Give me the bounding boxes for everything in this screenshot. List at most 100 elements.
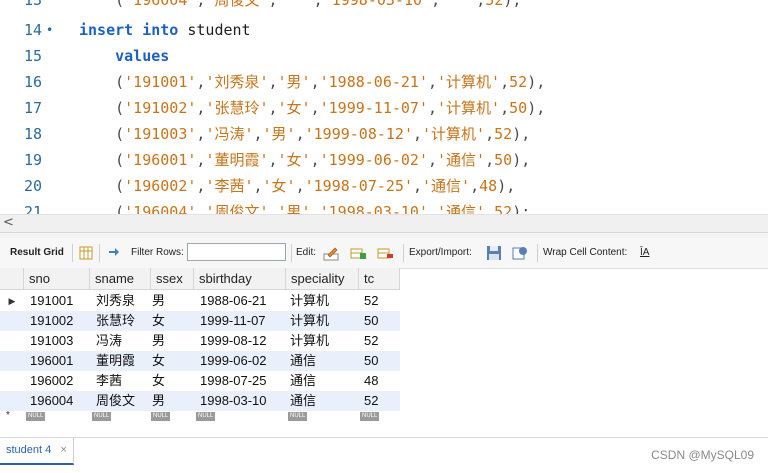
cell-sno[interactable]: 191003 [24,331,73,351]
cell-sbirthday[interactable]: 1999-08-12 [194,331,267,351]
new-row[interactable]: NULL NULL NULL NULL NULL NULL [0,410,400,424]
column-header-speciality[interactable]: speciality [286,268,359,290]
cell-speciality[interactable]: 通信 [284,351,316,371]
cell-ssex[interactable]: 男 [146,331,165,351]
sql-string: '计算机' [437,73,501,91]
cell-sbirthday[interactable]: 1988-06-21 [194,291,267,311]
delete-row-icon[interactable] [377,245,393,261]
cell-speciality[interactable]: 计算机 [284,311,329,331]
column-header-sno[interactable]: sno [24,268,90,290]
wrap-cell-label: Wrap Cell Content: [543,247,628,258]
cell-sbirthday[interactable]: 1999-11-07 [194,311,266,331]
filter-rows-input[interactable] [187,243,286,261]
cell-sname[interactable]: 张慧玲 [90,311,135,331]
code-text[interactable]: ('196004','周俊文',' ','1998-03-10',' ',52)… [79,0,521,13]
code-line[interactable]: 13 ('196004','周俊文',' ','1998-03-10',' ',… [0,0,768,13]
edit-row-icon[interactable] [323,245,339,261]
code-text[interactable]: insert into student [79,17,251,43]
sql-token: , [310,203,320,214]
cell-sno[interactable]: 196004 [24,391,73,411]
column-header-sname[interactable]: sname [90,268,151,290]
code-text[interactable]: ('196004','周俊文','男','1998-03-10','通信',52… [79,199,530,214]
cell-sname[interactable]: 刘秀泉 [90,291,135,311]
sql-string: '通信' [422,177,471,195]
table-row[interactable]: ▶ 191001 刘秀泉 男 1988-06-21 计算机 52 [0,291,400,311]
sql-string: '1998-07-25' [304,177,413,195]
table-row[interactable]: 191002 张慧玲 女 1999-11-07 计算机 50 [0,311,400,331]
cell-sbirthday[interactable]: 1998-03-10 [194,391,267,411]
sql-token: , [428,73,438,91]
code-line[interactable]: 18 ('191003','冯涛','男','1999-08-12','计算机'… [0,121,768,147]
refresh-icon[interactable] [106,245,122,261]
cell-tc[interactable]: 50 [358,351,378,371]
table-row[interactable]: 196001 董明霞 女 1999-06-02 通信 50 [0,351,400,371]
code-line[interactable]: 15 values [0,43,768,69]
cell-sname[interactable]: 冯涛 [90,331,122,351]
result-grid-tab[interactable]: Result Grid [10,238,64,268]
table-row[interactable]: 191003 冯涛 男 1999-08-12 计算机 52 [0,331,400,351]
code-text[interactable]: ('196002','李茜','女','1998-07-25','通信',48)… [79,173,515,199]
sql-number: 48 [479,177,498,195]
cell-tc[interactable]: 52 [358,291,378,311]
cell-sno[interactable]: 196001 [24,351,73,371]
add-row-icon[interactable] [350,245,366,261]
cell-sname[interactable]: 董明霞 [90,351,135,371]
cell-ssex[interactable]: 男 [146,391,165,411]
column-header-ssex[interactable]: ssex [151,268,194,290]
null-badge-sbirthday[interactable]: NULL [196,412,216,421]
code-text[interactable]: values [79,43,169,69]
cell-sname[interactable]: 李茜 [90,371,122,391]
null-badge-tc[interactable]: NULL [360,412,380,421]
code-line[interactable]: 16 ('191001','刘秀泉','男','1988-06-21','计算机… [0,69,768,95]
cell-tc[interactable]: 48 [358,371,378,391]
cell-tc[interactable]: 50 [358,311,378,331]
cell-sbirthday[interactable]: 1998-07-25 [194,371,267,391]
cell-ssex[interactable]: 男 [146,291,165,311]
cell-speciality[interactable]: 计算机 [284,291,329,311]
line-number: 20 [23,177,42,195]
sql-token: , [476,0,486,9]
wrap-icon[interactable]: ĪA [640,238,649,268]
cell-sbirthday[interactable]: 1999-06-02 [194,351,267,371]
sql-editor[interactable]: 13 ('196004','周俊文',' ','1998-03-10',' ',… [0,0,768,214]
table-row[interactable]: 196002 李茜 女 1998-07-25 通信 48 [0,371,400,391]
null-badge-sno[interactable]: NULL [26,412,46,421]
code-line[interactable]: 19 ('196001','董明霞','女','1999-06-02','通信'… [0,147,768,173]
column-header-tc[interactable]: tc [359,268,400,290]
cell-ssex[interactable]: 女 [146,351,165,371]
editor-horizontal-scrollbar[interactable]: < [0,214,768,232]
cell-tc[interactable]: 52 [358,391,378,411]
cell-sname[interactable]: 周俊文 [90,391,135,411]
code-line[interactable]: 21 ('196004','周俊文','男','1998-03-10','通信'… [0,199,768,214]
result-tab[interactable]: student 4 × [0,438,74,465]
import-icon[interactable] [512,245,528,261]
code-text[interactable]: ('196001','董明霞','女','1999-06-02','通信',50… [79,147,530,173]
code-text[interactable]: ('191001','刘秀泉','男','1988-06-21','计算机',5… [79,69,545,95]
cell-speciality[interactable]: 计算机 [284,331,329,351]
code-line[interactable]: 17 ('191002','张慧玲','女','1999-11-07','计算机… [0,95,768,121]
table-row[interactable]: 196004 周俊文 男 1998-03-10 通信 52 [0,391,400,411]
code-line[interactable]: 14 • insert into student [0,17,768,43]
cell-sno[interactable]: 191002 [24,311,73,331]
cell-sno[interactable]: 191001 [24,291,73,311]
close-icon[interactable]: × [60,444,66,456]
null-badge-ssex[interactable]: NULL [151,412,171,421]
line-number: 13 [23,0,42,9]
cell-ssex[interactable]: 女 [146,371,165,391]
grid-layout-icon[interactable] [78,245,94,261]
sql-token: , [428,99,438,117]
code-text[interactable]: ('191003','冯涛','男','1999-08-12','计算机',52… [79,121,530,147]
cell-sno[interactable]: 196002 [24,371,73,391]
cell-speciality[interactable]: 通信 [284,371,316,391]
cell-speciality[interactable]: 通信 [284,391,316,411]
null-badge-sname[interactable]: NULL [92,412,112,421]
null-badge-speciality[interactable]: NULL [288,412,308,421]
scroll-left-arrow-icon[interactable]: < [3,215,14,231]
code-text[interactable]: ('191002','张慧玲','女','1999-11-07','计算机',5… [79,95,545,121]
cell-tc[interactable]: 52 [358,331,378,351]
export-icon[interactable] [486,245,502,261]
sql-string: '1999-08-12' [304,125,413,143]
code-line[interactable]: 20 ('196002','李茜','女','1998-07-25','通信',… [0,173,768,199]
cell-ssex[interactable]: 女 [146,311,165,331]
column-header-sbirthday[interactable]: sbirthday [194,268,286,290]
